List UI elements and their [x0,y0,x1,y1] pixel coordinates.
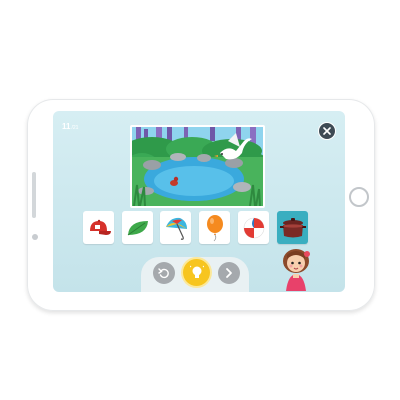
undo-icon [158,268,169,279]
level-total: /21 [71,125,79,131]
umbrella-icon [165,217,187,240]
option-orange-balloon[interactable] [199,211,230,244]
lightbulb-icon [189,264,204,278]
option-beach-ball[interactable] [238,211,269,244]
tablet-home-button[interactable] [349,187,369,207]
game-screen: 11/21 [53,111,345,292]
chevron-right-icon [226,268,232,278]
close-icon [323,127,331,135]
level-indicator: 11/21 [62,122,78,131]
scene-picture [130,125,265,208]
girl-character [283,249,310,291]
beach-ball-icon [243,217,264,238]
option-umbrella[interactable] [160,211,191,244]
option-red-cap[interactable] [83,211,114,244]
undo-button[interactable] [153,262,175,284]
balloon-icon [206,214,223,241]
answer-options [83,211,309,245]
pot-icon [279,217,306,237]
tablet-speaker-slot [32,172,36,218]
option-cooking-pot[interactable] [277,211,308,244]
next-button[interactable] [218,262,240,284]
close-button[interactable] [318,122,336,140]
hint-button[interactable] [183,259,210,286]
leaf-icon [127,220,148,235]
level-current: 11 [62,122,71,131]
tablet-camera-dot [32,234,38,240]
red-cap-icon [89,219,111,235]
option-green-leaf[interactable] [122,211,153,244]
